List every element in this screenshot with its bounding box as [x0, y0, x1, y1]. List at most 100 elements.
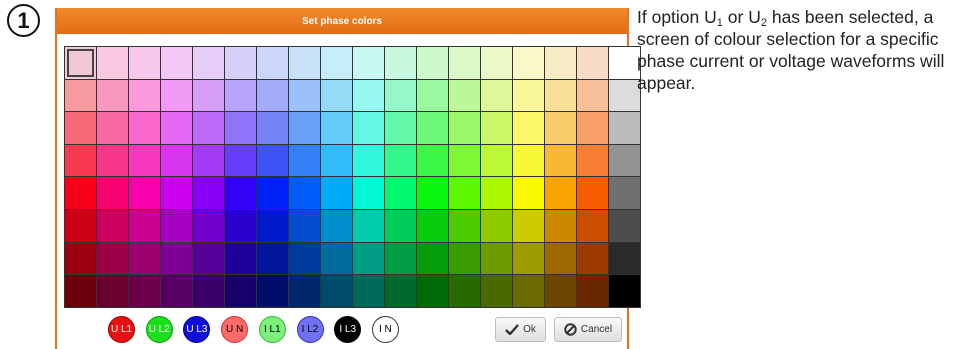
color-swatch[interactable] — [449, 144, 480, 177]
phase-button-ul1[interactable]: U L1 — [108, 316, 135, 343]
color-swatch[interactable] — [385, 242, 416, 275]
color-swatch[interactable] — [449, 209, 480, 242]
color-swatch[interactable] — [97, 209, 128, 242]
color-swatch[interactable] — [545, 209, 576, 242]
color-swatch[interactable] — [481, 112, 512, 144]
color-swatch[interactable] — [97, 242, 128, 275]
color-swatch[interactable] — [481, 177, 512, 209]
color-swatch[interactable] — [193, 209, 224, 242]
color-swatch[interactable] — [417, 242, 448, 275]
color-swatch[interactable] — [417, 47, 448, 79]
color-swatch[interactable] — [577, 209, 608, 242]
color-swatch[interactable] — [289, 209, 320, 242]
color-swatch[interactable] — [225, 242, 256, 275]
color-swatch[interactable] — [257, 144, 288, 177]
color-swatch[interactable] — [577, 112, 608, 144]
color-swatch[interactable] — [225, 47, 256, 79]
color-swatch[interactable] — [161, 242, 192, 275]
color-swatch[interactable] — [97, 47, 128, 79]
color-swatch[interactable] — [97, 275, 128, 307]
color-swatch[interactable] — [129, 112, 160, 144]
color-swatch[interactable] — [289, 275, 320, 307]
color-swatch[interactable] — [161, 144, 192, 177]
color-swatch[interactable] — [609, 47, 640, 79]
color-swatch[interactable] — [513, 47, 544, 79]
color-swatch[interactable] — [385, 47, 416, 79]
color-swatch[interactable] — [65, 209, 96, 242]
color-swatch[interactable] — [65, 112, 96, 144]
color-swatch[interactable] — [545, 79, 576, 112]
color-swatch[interactable] — [545, 112, 576, 144]
color-swatch[interactable] — [321, 209, 352, 242]
color-swatch[interactable] — [353, 177, 384, 209]
color-swatch[interactable] — [449, 275, 480, 307]
phase-button-un[interactable]: U N — [221, 316, 249, 343]
phase-button-il2[interactable]: I L2 — [296, 316, 324, 343]
color-swatch[interactable] — [545, 242, 576, 275]
color-swatch[interactable] — [609, 112, 640, 144]
color-swatch[interactable] — [577, 144, 608, 177]
color-swatch[interactable] — [577, 177, 608, 209]
color-swatch[interactable] — [449, 47, 480, 79]
color-swatch[interactable] — [129, 79, 160, 112]
color-swatch[interactable] — [257, 275, 288, 307]
color-swatch[interactable] — [545, 275, 576, 307]
color-swatch[interactable] — [193, 275, 224, 307]
color-swatch[interactable] — [65, 47, 96, 79]
color-swatch[interactable] — [321, 242, 352, 275]
color-swatch[interactable] — [129, 242, 160, 275]
color-swatch[interactable] — [513, 177, 544, 209]
color-swatch[interactable] — [97, 144, 128, 177]
color-swatch[interactable] — [353, 242, 384, 275]
color-swatch[interactable] — [577, 275, 608, 307]
color-swatch[interactable] — [193, 112, 224, 144]
color-swatch[interactable] — [385, 144, 416, 177]
color-swatch[interactable] — [257, 79, 288, 112]
color-swatch[interactable] — [545, 47, 576, 79]
color-swatch[interactable] — [225, 79, 256, 112]
color-swatch[interactable] — [97, 177, 128, 209]
color-swatch[interactable] — [321, 47, 352, 79]
color-swatch[interactable] — [289, 112, 320, 144]
color-swatch[interactable] — [321, 79, 352, 112]
color-swatch[interactable] — [97, 79, 128, 112]
color-swatch[interactable] — [481, 79, 512, 112]
phase-button-il1[interactable]: I L1 — [258, 316, 286, 343]
color-swatch[interactable] — [353, 79, 384, 112]
color-swatch[interactable] — [193, 47, 224, 79]
color-swatch[interactable] — [225, 177, 256, 209]
color-swatch[interactable] — [385, 275, 416, 307]
color-swatch[interactable] — [449, 242, 480, 275]
ok-button[interactable]: Ok — [495, 317, 546, 342]
color-swatch[interactable] — [609, 144, 640, 177]
color-swatch[interactable] — [321, 112, 352, 144]
color-swatch[interactable] — [385, 177, 416, 209]
color-swatch[interactable] — [609, 209, 640, 242]
color-swatch[interactable] — [417, 112, 448, 144]
color-swatch[interactable] — [321, 275, 352, 307]
color-swatch[interactable] — [257, 112, 288, 144]
color-swatch[interactable] — [481, 144, 512, 177]
color-swatch[interactable] — [65, 242, 96, 275]
color-swatch[interactable] — [161, 112, 192, 144]
color-swatch[interactable] — [321, 144, 352, 177]
color-swatch[interactable] — [481, 275, 512, 307]
color-swatch[interactable] — [609, 79, 640, 112]
color-swatch[interactable] — [417, 275, 448, 307]
color-swatch[interactable] — [577, 79, 608, 112]
color-swatch[interactable] — [129, 47, 160, 79]
color-swatch[interactable] — [513, 209, 544, 242]
color-swatch[interactable] — [129, 177, 160, 209]
color-swatch[interactable] — [193, 177, 224, 209]
color-swatch[interactable] — [257, 177, 288, 209]
color-swatch[interactable] — [65, 79, 96, 112]
color-swatch[interactable] — [225, 144, 256, 177]
color-swatch[interactable] — [513, 242, 544, 275]
phase-button-ul3[interactable]: U L3 — [183, 316, 211, 343]
color-swatch[interactable] — [417, 79, 448, 112]
color-swatch[interactable] — [353, 112, 384, 144]
color-swatch[interactable] — [545, 144, 576, 177]
color-swatch[interactable] — [353, 47, 384, 79]
color-swatch[interactable] — [513, 79, 544, 112]
color-swatch[interactable] — [129, 209, 160, 242]
